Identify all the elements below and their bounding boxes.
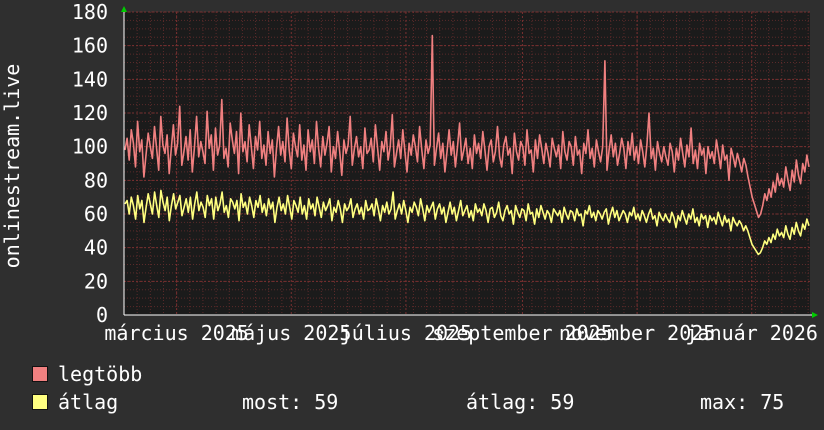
x-tick-label: január 2026 [686, 321, 818, 345]
y-tick-label: 140 [72, 67, 108, 91]
stat-current: most: 59 [242, 390, 339, 414]
legend-item-avg: átlag [32, 390, 118, 414]
y-tick-label: 100 [72, 135, 108, 159]
x-tick-label: március 2025 [104, 321, 249, 345]
legend-swatch-avg [32, 394, 48, 410]
y-tick-label: 120 [72, 101, 108, 125]
y-axis-label: onlinestream.live [0, 64, 24, 269]
y-tick-label: 160 [72, 34, 108, 58]
y-tick-label: 40 [84, 236, 108, 260]
legend-item-max: legtöbb [32, 362, 142, 386]
legend-label-max: legtöbb [58, 362, 143, 386]
y-axis-arrow-icon [121, 6, 127, 12]
y-tick-label: 60 [84, 202, 108, 226]
y-tick-label: 20 [84, 269, 108, 293]
stat-max: max: 75 [700, 390, 785, 414]
legend-label-avg: átlag [58, 390, 119, 414]
x-axis-arrow-icon [812, 312, 818, 318]
legend-swatch-max [32, 366, 48, 382]
y-tick-label: 80 [84, 168, 108, 192]
line-chart: 020406080100120140160180 március 2025máj… [0, 0, 818, 345]
y-tick-label: 180 [72, 0, 108, 24]
stat-average: átlag: 59 [466, 390, 575, 414]
x-tick-label: május 2025 [231, 321, 351, 345]
